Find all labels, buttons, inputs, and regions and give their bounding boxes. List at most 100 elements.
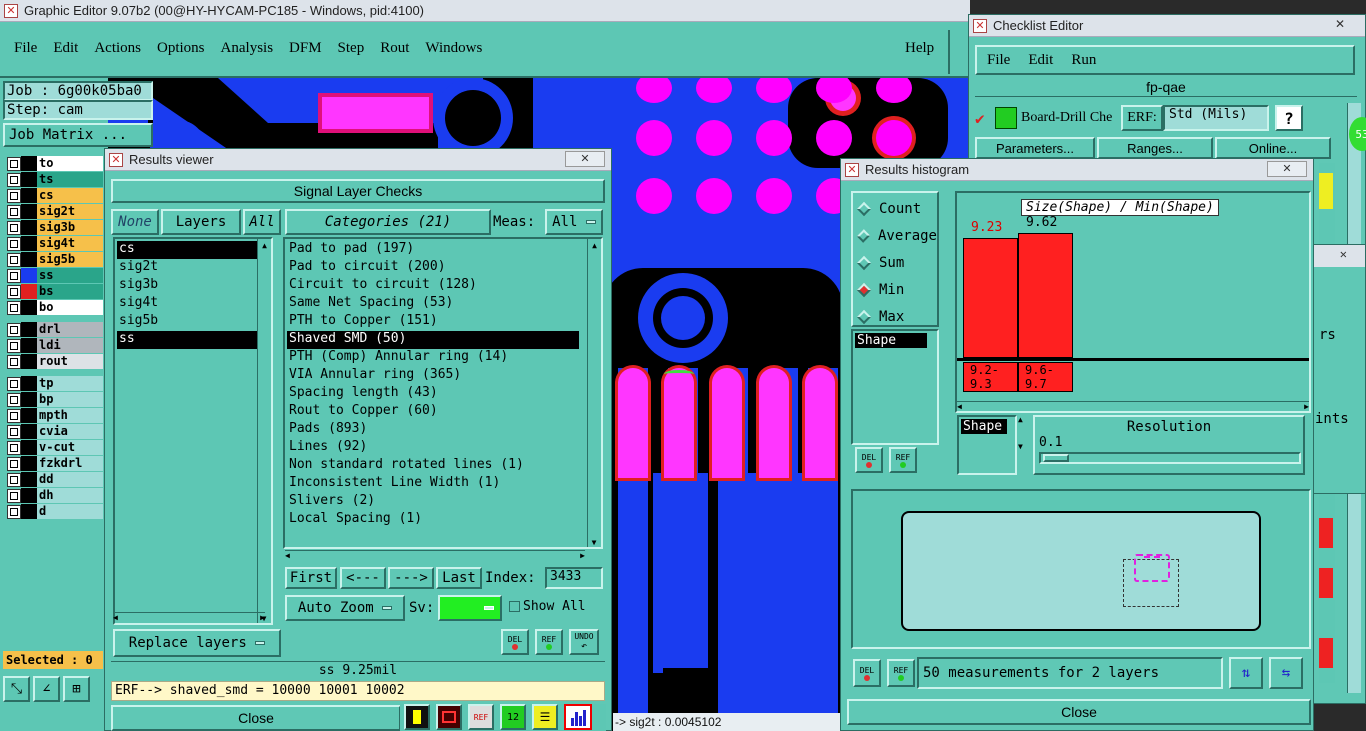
online-button[interactable]: Online...	[1215, 137, 1331, 159]
result-layer-item[interactable]: cs	[117, 241, 257, 259]
attribute-list[interactable]: Shape	[851, 329, 939, 445]
main-menu-windows[interactable]: Windows	[425, 40, 482, 57]
layer-row-v-cut[interactable]: v-cut	[7, 440, 103, 455]
layer-row-ss[interactable]: ss	[7, 268, 103, 283]
close-window-icon[interactable]: ✕	[1335, 17, 1345, 31]
main-menu-analysis[interactable]: Analysis	[221, 40, 274, 57]
mode-radio-average[interactable]: Average	[853, 222, 937, 249]
layer-row-tp[interactable]: tp	[7, 376, 103, 391]
layer-row-drl[interactable]: drl	[7, 322, 103, 337]
layer-checkbox[interactable]	[7, 376, 21, 391]
first-button[interactable]: First	[285, 567, 337, 589]
next-button[interactable]: --->	[388, 567, 434, 589]
histo-ref-button[interactable]: REF	[889, 447, 917, 473]
layer-row-mpth[interactable]: mpth	[7, 408, 103, 423]
shape-list-vscroll[interactable]: ▲ ▼	[1018, 415, 1030, 475]
layer-checkbox[interactable]	[7, 220, 21, 235]
none-button[interactable]: None	[111, 209, 159, 235]
erf-select[interactable]: Std (Mils)	[1163, 105, 1269, 131]
layer-row-bo[interactable]: bo	[7, 300, 103, 315]
category-item[interactable]: PTH to Copper (151)	[287, 313, 579, 331]
layer-row-fzkdrl[interactable]: fzkdrl	[7, 456, 103, 471]
layer-checkbox[interactable]	[7, 188, 21, 203]
histo-del-button-2[interactable]: DEL	[853, 659, 881, 687]
categories-button[interactable]: Categories (21)	[285, 209, 491, 235]
del-button[interactable]: DEL	[501, 629, 529, 655]
layer-checkbox[interactable]	[7, 172, 21, 187]
close-window-icon[interactable]: ✕	[1267, 161, 1307, 177]
layer-row-cvia[interactable]: cvia	[7, 424, 103, 439]
layer-list-hscroll[interactable]: ◀ ▶	[113, 612, 265, 624]
show-all-checkbox[interactable]: Show All	[509, 599, 586, 614]
chart-hscroll[interactable]: ◀ ▶	[957, 401, 1309, 411]
prev-button[interactable]: <---	[340, 567, 386, 589]
all-layers-button[interactable]: All	[243, 209, 281, 235]
result-layer-item[interactable]: sig3b	[117, 277, 257, 295]
layer-checkbox[interactable]	[7, 284, 21, 299]
auto-zoom-select[interactable]: Auto Zoom	[285, 595, 405, 621]
layer-row-rout[interactable]: rout	[7, 354, 103, 369]
category-item[interactable]: Shaved SMD (50)	[287, 331, 579, 349]
layer-row-sig2t[interactable]: sig2t	[7, 204, 103, 219]
export-icon[interactable]: ⇅	[1229, 657, 1263, 689]
histo-del-button[interactable]: DEL	[855, 447, 883, 473]
layer-row-bp[interactable]: bp	[7, 392, 103, 407]
histogram-close-button[interactable]: Close	[847, 699, 1311, 725]
main-menu-rout[interactable]: Rout	[380, 40, 409, 57]
resolution-slider[interactable]	[1039, 452, 1301, 464]
layer-checkbox[interactable]	[7, 300, 21, 315]
category-item[interactable]: VIA Annular ring (365)	[287, 367, 579, 385]
category-item[interactable]: Slivers (2)	[287, 493, 579, 511]
ranges-button[interactable]: Ranges...	[1097, 137, 1213, 159]
categories-vscroll[interactable]: ▲ ▼	[587, 239, 601, 547]
layer-checkbox[interactable]	[7, 252, 21, 267]
meas-select[interactable]: All	[545, 209, 603, 235]
measure-tool-icon[interactable]: ∠	[33, 676, 60, 702]
checklist-menu-file[interactable]: File	[987, 52, 1010, 69]
categories-hscroll[interactable]: ◀ ▶	[285, 550, 585, 562]
last-button[interactable]: Last	[436, 567, 482, 589]
sv-color-select[interactable]	[438, 595, 502, 621]
action-row[interactable]: ✔ Board-Drill Che ERF: Std (Mils) ?	[975, 103, 1331, 133]
layer-checkbox[interactable]	[7, 236, 21, 251]
layer-checkbox[interactable]	[7, 408, 21, 423]
category-item[interactable]: Same Net Spacing (53)	[287, 295, 579, 313]
mode-radio-sum[interactable]: Sum	[853, 249, 937, 276]
checklist-menu-run[interactable]: Run	[1071, 52, 1096, 69]
import-icon[interactable]: ⇆	[1269, 657, 1303, 689]
layer-row-bs[interactable]: bs	[7, 284, 103, 299]
result-layer-item[interactable]: sig4t	[117, 295, 257, 313]
layer-list-vscroll[interactable]: ▲ ▼	[257, 239, 271, 623]
ref-mark-icon[interactable]: REF	[468, 704, 494, 730]
mode-radio-min[interactable]: Min	[853, 276, 937, 303]
main-menu-dfm[interactable]: DFM	[289, 40, 322, 57]
category-item[interactable]: Circuit to circuit (128)	[287, 277, 579, 295]
histogram-bar[interactable]	[963, 238, 1018, 358]
main-menu-file[interactable]: File	[14, 40, 37, 57]
help-menu[interactable]: Help	[905, 40, 934, 57]
mode-radio-max[interactable]: Max	[853, 303, 937, 330]
category-item[interactable]: Pads (893)	[287, 421, 579, 439]
layer-row-sig3b[interactable]: sig3b	[7, 220, 103, 235]
layer-checkbox[interactable]	[7, 268, 21, 283]
chart-icon[interactable]: 12	[500, 704, 526, 730]
main-menu-options[interactable]: Options	[157, 40, 205, 57]
action-check-icon[interactable]: ✔	[975, 109, 995, 128]
close-window-icon[interactable]: ✕	[1340, 247, 1347, 261]
layer-checkbox[interactable]	[7, 456, 21, 471]
layer-row-ldi[interactable]: ldi	[7, 338, 103, 353]
layer-checkbox[interactable]	[7, 204, 21, 219]
checklist-menu-edit[interactable]: Edit	[1028, 52, 1053, 69]
parameters-button[interactable]: Parameters...	[975, 137, 1095, 159]
result-layer-item[interactable]: ss	[117, 331, 257, 349]
layer-checkbox[interactable]	[7, 392, 21, 407]
ref-button[interactable]: REF	[535, 629, 563, 655]
undo-button[interactable]: UNDO ↶	[569, 629, 599, 655]
layer-checkbox[interactable]	[7, 424, 21, 439]
histo-ref-button-2[interactable]: REF	[887, 659, 915, 687]
category-item[interactable]: Rout to Copper (60)	[287, 403, 579, 421]
shape-list[interactable]: Shape	[957, 415, 1017, 475]
layer-row-sig5b[interactable]: sig5b	[7, 252, 103, 267]
category-item[interactable]: Pad to circuit (200)	[287, 259, 579, 277]
layer-checkbox[interactable]	[7, 156, 21, 171]
